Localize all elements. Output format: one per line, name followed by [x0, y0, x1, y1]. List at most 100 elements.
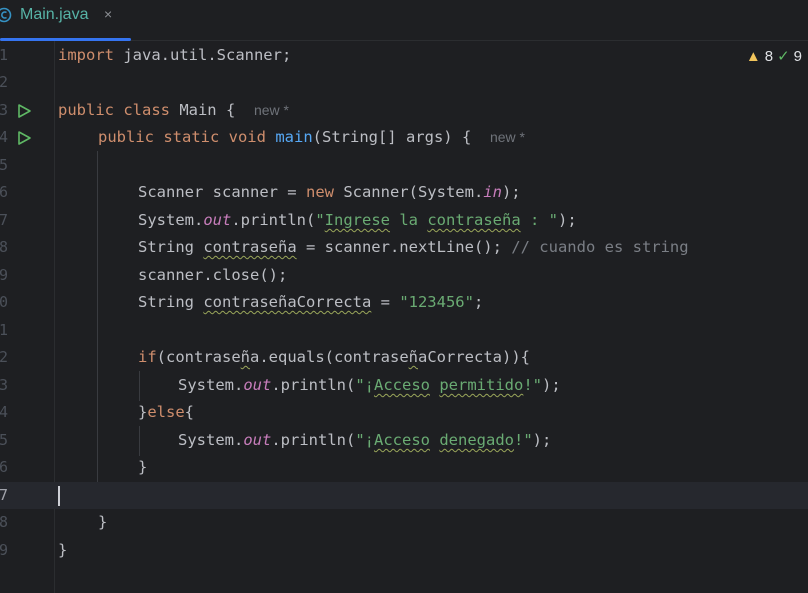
code-line: 4 }else{: [0, 399, 808, 426]
code-segment: ;: [473, 293, 484, 311]
code-text: System.out.println("¡Acceso permitido!")…: [178, 372, 561, 399]
comment: // cuando es string: [511, 238, 689, 256]
code-segment: Scanner scanner =: [138, 183, 306, 201]
code-line: 3 System.out.println("¡Acceso permitido!…: [0, 372, 808, 399]
line-number: 8: [0, 238, 8, 256]
line-number: 5: [0, 156, 8, 174]
code-line: 2 if(contraseña.equals(contraseñaCorrect…: [0, 344, 808, 371]
string-literal: !": [523, 376, 543, 394]
code-segment: );: [532, 431, 552, 449]
string-literal-typo: Acceso: [374, 431, 430, 449]
line-number: 4: [0, 128, 8, 146]
code-segment: (contrase: [156, 348, 241, 366]
editor-tab-bar: Main.java ×: [0, 0, 808, 41]
code-line: 9 scanner.close();: [0, 262, 808, 289]
static-field: out: [243, 431, 272, 449]
code-line: 7 System.out.println("Ingrese la contras…: [0, 207, 808, 234]
code-segment: System.: [178, 431, 244, 449]
line-number: 9: [0, 266, 8, 284]
string-literal: !": [514, 431, 533, 449]
line-number: 6: [0, 458, 8, 476]
code-segment: (String[] args) {: [312, 128, 490, 146]
code-text: System.out.println("¡Acceso denegado!");: [178, 427, 551, 454]
code-segment: = scanner.nextLine();: [296, 238, 512, 256]
keyword: public class: [58, 101, 170, 119]
code-editor[interactable]: ▲ 8 ✓ 9 1 import java.util.Scanner; 2 3 …: [0, 41, 808, 593]
code-segment: aCorrecta)){: [418, 348, 530, 366]
code-line: 1: [0, 317, 808, 344]
char-typo: ñ: [240, 348, 251, 366]
code-segment: Scanner(System.: [333, 183, 484, 201]
code-segment: }: [58, 541, 68, 559]
keyword: else: [147, 403, 185, 421]
code-segment: );: [557, 211, 577, 229]
string-literal-typo: permitido: [439, 376, 524, 394]
author-hint[interactable]: new *: [490, 129, 525, 145]
string-literal: [430, 431, 439, 449]
string-literal-typo: Acceso: [374, 376, 430, 394]
code-line: 5 System.out.println("¡Acceso denegado!"…: [0, 427, 808, 454]
string-literal-typo: Ingrese: [324, 211, 390, 229]
code-text: Scanner scanner = new Scanner(System.in)…: [138, 179, 521, 206]
author-hint[interactable]: new *: [254, 102, 289, 118]
line-number: 4: [0, 403, 8, 421]
string-literal: "¡: [355, 431, 374, 449]
code-segment: .println(: [271, 431, 356, 449]
code-line: 0 String contraseñaCorrecta = "123456";: [0, 289, 808, 316]
code-line: 8 }: [0, 509, 808, 536]
code-text: }: [58, 537, 67, 564]
code-text: import java.util.Scanner;: [58, 42, 291, 69]
code-line: 3 public class Main { new *: [0, 97, 808, 124]
string-literal: la: [390, 211, 428, 229]
run-method-icon[interactable]: [16, 130, 32, 146]
code-segment: .println(: [271, 376, 356, 394]
line-number: 6: [0, 183, 8, 201]
code-segment: scanner.close();: [138, 266, 288, 284]
code-segment: System.: [138, 211, 204, 229]
code-text: scanner.close();: [138, 262, 287, 289]
tab-main-java[interactable]: Main.java ×: [0, 0, 131, 41]
string-literal: : ": [520, 211, 558, 229]
code-segment: Main {: [169, 101, 254, 119]
code-text: public static void main(String[] args) {…: [98, 124, 525, 151]
method-name: main: [275, 128, 313, 146]
code-segment: }: [98, 513, 108, 531]
code-text: public class Main { new *: [58, 97, 289, 124]
line-number: 8: [0, 513, 8, 531]
line-number: 9: [0, 541, 8, 559]
code-line: 4 public static void main(String[] args)…: [0, 124, 808, 151]
variable-typo: contraseñaCorrecta: [203, 293, 372, 311]
code-segment: .println(: [231, 211, 316, 229]
code-segment: =: [371, 293, 400, 311]
close-icon[interactable]: ×: [104, 6, 112, 22]
code-line: 2: [0, 69, 808, 96]
keyword: public static void: [98, 128, 266, 146]
code-line: 9 }: [0, 537, 808, 564]
code-segment: );: [542, 376, 561, 394]
current-code-line[interactable]: 7: [0, 482, 808, 509]
string-literal: [430, 376, 439, 394]
code-text: }: [98, 509, 107, 536]
code-segment: }: [138, 403, 148, 421]
line-number: 1: [0, 46, 8, 64]
code-segment: String: [138, 293, 204, 311]
code-text: System.out.println("Ingrese la contraseñ…: [138, 207, 577, 234]
line-number: 7: [0, 211, 8, 229]
string-literal: "123456": [399, 293, 474, 311]
keyword: import: [58, 46, 114, 64]
code-line: 6 Scanner scanner = new Scanner(System.i…: [0, 179, 808, 206]
line-number: 5: [0, 431, 8, 449]
keyword: new: [305, 183, 334, 201]
line-number: 2: [0, 348, 8, 366]
tab-label: Main.java: [20, 6, 89, 23]
code-segment: System.: [178, 376, 244, 394]
code-text: }else{: [138, 399, 194, 426]
run-class-icon[interactable]: [16, 103, 32, 119]
line-number: 1: [0, 321, 8, 339]
code-segment: a.equals(contrase: [250, 348, 409, 366]
keyword: if: [138, 348, 157, 366]
code-text: }: [138, 454, 147, 481]
static-field: in: [483, 183, 502, 201]
string-literal: "¡: [355, 376, 374, 394]
